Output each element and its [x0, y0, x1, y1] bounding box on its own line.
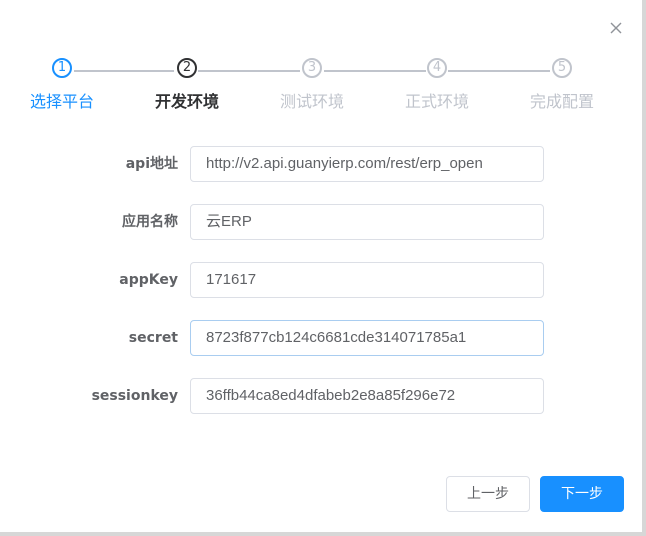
app-name-label: 应用名称 — [122, 214, 178, 230]
secret-input[interactable]: 8723f877cb124c6681cde314071785a1 — [190, 320, 544, 356]
step-label: 完成配置 — [529, 92, 594, 111]
form-row-api-url: api地址 http://v2.api.guanyierp.com/rest/e… — [0, 146, 640, 182]
close-icon[interactable] — [606, 18, 626, 38]
step-label: 正式环境 — [404, 92, 469, 111]
app-key-label: appKey — [119, 272, 178, 288]
step-dev-environment: 2 开发环境 — [127, 58, 247, 112]
step-number: 3 — [302, 58, 322, 78]
prev-step-button[interactable]: 上一步 — [446, 476, 530, 512]
step-select-platform: 1 选择平台 — [2, 58, 122, 112]
api-url-input[interactable]: http://v2.api.guanyierp.com/rest/erp_ope… — [190, 146, 544, 182]
secret-label: secret — [128, 330, 178, 346]
dialog-bottom-edge — [0, 532, 646, 536]
step-number: 2 — [177, 58, 197, 78]
step-test-environment: 3 测试环境 — [252, 58, 372, 112]
step-complete-config: 5 完成配置 — [502, 58, 622, 112]
step-label: 测试环境 — [279, 92, 344, 111]
session-key-input[interactable]: 36ffb44ca8ed4dfabeb2e8a85f296e72 — [190, 378, 544, 414]
step-label: 开发环境 — [154, 92, 219, 111]
next-step-button[interactable]: 下一步 — [540, 476, 624, 512]
app-key-input[interactable]: 171617 — [190, 262, 544, 298]
api-url-label: api地址 — [125, 156, 178, 172]
form-row-session-key: sessionkey 36ffb44ca8ed4dfabeb2e8a85f296… — [0, 378, 640, 414]
form-row-secret: secret 8723f877cb124c6681cde314071785a1 — [0, 320, 640, 356]
dialog-right-edge — [642, 0, 646, 536]
steps-progress: 1 选择平台 2 开发环境 3 测试环境 4 正式环境 5 完成配置 — [0, 58, 640, 118]
step-number: 1 — [52, 58, 72, 78]
form-row-app-name: 应用名称 云ERP — [0, 204, 640, 240]
step-label: 选择平台 — [29, 92, 94, 111]
session-key-label: sessionkey — [91, 388, 178, 404]
form-row-app-key: appKey 171617 — [0, 262, 640, 298]
step-prod-environment: 4 正式环境 — [377, 58, 497, 112]
step-number: 5 — [552, 58, 572, 78]
step-number: 4 — [427, 58, 447, 78]
app-name-input[interactable]: 云ERP — [190, 204, 544, 240]
